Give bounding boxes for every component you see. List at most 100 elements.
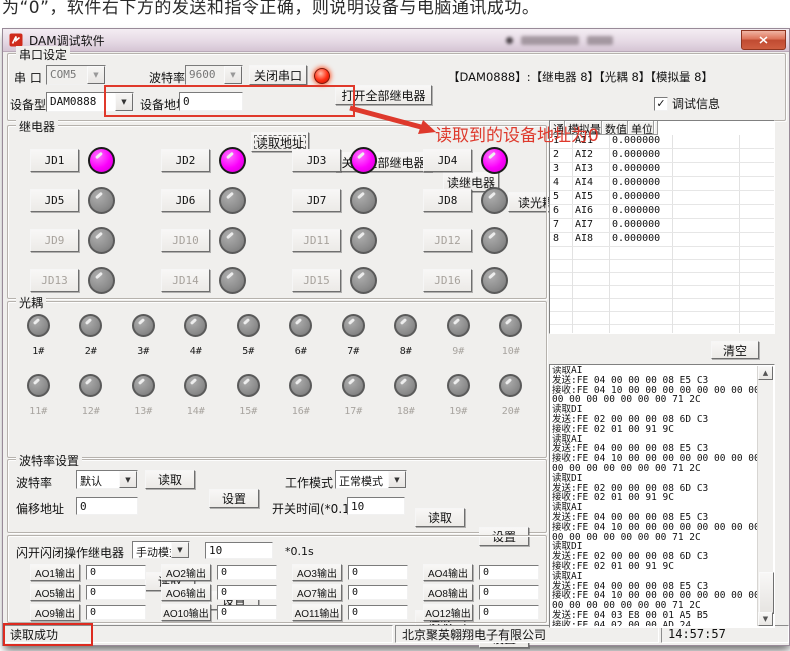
analog-table-header-cell[interactable] [654, 121, 658, 135]
opto-led-icon [27, 374, 50, 397]
log-box[interactable]: 读取AI发送:FE 04 00 00 00 08 E5 C3接收:FE 04 1… [549, 364, 775, 628]
relay-button[interactable]: JD9 [30, 229, 79, 252]
table-row[interactable]: 7 AI7 0.000000 [550, 219, 774, 233]
relay-cell: JD14 [161, 260, 292, 300]
work-mode-select[interactable]: 正常模式 ▼ [335, 470, 407, 489]
relay-button[interactable]: JD16 [423, 269, 472, 292]
opto-led-icon [132, 314, 155, 337]
opto-channel-label: 11# [29, 406, 47, 417]
relay-button[interactable]: JD14 [161, 269, 210, 292]
mode-read-button[interactable]: 读取 [415, 508, 465, 527]
ao-output-button[interactable]: AO10输出 [161, 604, 211, 621]
opto-cell: 18# [394, 374, 417, 434]
scrollbar-thumb[interactable] [759, 572, 774, 614]
chevron-down-icon[interactable]: ▼ [388, 471, 406, 488]
ao-output-button[interactable]: AO8输出 [423, 584, 473, 601]
ao-value-input[interactable] [217, 585, 277, 600]
table-row[interactable]: 4 AI4 0.000000 [550, 177, 774, 191]
ao-value-input[interactable] [479, 585, 539, 600]
analog-table-header-cell[interactable]: 数值 [602, 121, 628, 135]
table-row[interactable]: 3 AI3 0.000000 [550, 163, 774, 177]
close-port-button[interactable]: 关闭串口 [249, 65, 307, 85]
relay-button[interactable]: JD1 [30, 149, 79, 172]
opto-led-icon [79, 314, 102, 337]
relay-button[interactable]: JD15 [292, 269, 341, 292]
log-scrollbar[interactable]: ▲ ▼ [757, 366, 773, 626]
unit-cell [672, 191, 739, 204]
serial-port-select[interactable]: COM5 ▼ [46, 65, 106, 85]
opto-cell: 9# [447, 314, 470, 374]
ao-output-button[interactable]: AO9输出 [30, 604, 80, 621]
relay-led-icon [481, 187, 508, 214]
analog-table-empty-rows [550, 247, 774, 333]
ao-output-button[interactable]: AO4输出 [423, 564, 473, 581]
baud-read-button[interactable]: 读取 [145, 470, 195, 489]
scroll-up-icon[interactable]: ▲ [758, 366, 773, 380]
chevron-down-icon[interactable]: ▼ [171, 542, 189, 558]
ao-value-input[interactable] [479, 605, 539, 620]
table-row[interactable]: 5 AI5 0.000000 [550, 191, 774, 205]
clear-log-button[interactable]: 清空 [711, 341, 759, 359]
relay-button[interactable]: JD12 [423, 229, 472, 252]
flash-mode-select[interactable]: 手动模式 ▼ [132, 541, 190, 559]
ao-output-button[interactable]: AO3输出 [292, 564, 342, 581]
value-cell: 0.000000 [609, 219, 672, 232]
ao-output-button[interactable]: AO6输出 [161, 584, 211, 601]
ao-value-input[interactable] [86, 565, 146, 580]
flash-time-input[interactable] [205, 542, 273, 559]
opto-cell: 20# [499, 374, 522, 434]
ao-cell: AO10输出 [161, 602, 292, 622]
analog-table-header-cell[interactable]: 单位 [628, 121, 654, 135]
debug-info-checkbox[interactable]: ✓ 调试信息 [654, 95, 720, 112]
close-button[interactable] [741, 30, 786, 50]
ao-output-button[interactable]: AO1输出 [30, 564, 80, 581]
log-line: 00 00 00 00 00 00 00 71 2C [552, 533, 757, 543]
baud-set-button[interactable]: 设置 [209, 489, 259, 508]
ao-output-button[interactable]: AO7输出 [292, 584, 342, 601]
table-row[interactable]: 2 AI2 0.000000 [550, 149, 774, 163]
ao-value-input[interactable] [479, 565, 539, 580]
ao-value-input[interactable] [348, 605, 408, 620]
offset-address-input[interactable] [76, 497, 138, 515]
relay-button[interactable]: JD4 [423, 149, 472, 172]
relay-button[interactable]: JD3 [292, 149, 341, 172]
work-mode-value: 正常模式 [336, 471, 388, 488]
opto-cell: 19# [447, 374, 470, 434]
ao-value-input[interactable] [86, 605, 146, 620]
relay-button[interactable]: JD11 [292, 229, 341, 252]
debug-info-label: 调试信息 [672, 95, 720, 112]
ao-value-input[interactable] [348, 585, 408, 600]
ao-output-button[interactable]: AO5输出 [30, 584, 80, 601]
relay-cell: JD4 [423, 140, 554, 180]
ao-value-input[interactable] [217, 605, 277, 620]
ao-output-button[interactable]: AO12输出 [423, 604, 473, 621]
relay-led-icon [88, 187, 115, 214]
switch-time-input[interactable] [347, 497, 405, 515]
ao-value-input[interactable] [217, 565, 277, 580]
checkbox-check-icon[interactable]: ✓ [654, 97, 668, 111]
opto-cell: 16# [289, 374, 312, 434]
close-icon [759, 36, 768, 44]
opto-channel-label: 20# [502, 406, 520, 417]
relay-button[interactable]: JD7 [292, 189, 341, 212]
relay-button[interactable]: JD2 [161, 149, 210, 172]
ao-value-input[interactable] [86, 585, 146, 600]
relay-button[interactable]: JD5 [30, 189, 79, 212]
scroll-down-icon[interactable]: ▼ [758, 612, 773, 626]
ao-value-input[interactable] [348, 565, 408, 580]
ao-output-button[interactable]: AO11输出 [292, 604, 342, 621]
relay-button[interactable]: JD10 [161, 229, 210, 252]
relay-button[interactable]: JD13 [30, 269, 79, 292]
table-row[interactable]: 6 AI6 0.000000 [550, 205, 774, 219]
relay-button[interactable]: JD6 [161, 189, 210, 212]
chevron-down-icon[interactable]: ▼ [87, 66, 105, 84]
ao-output-button[interactable]: AO2输出 [161, 564, 211, 581]
relay-button[interactable]: JD8 [423, 189, 472, 212]
table-row[interactable]: 8 AI8 0.000000 [550, 233, 774, 247]
chevron-down-icon[interactable]: ▼ [224, 66, 242, 84]
baud-rate-select[interactable]: 9600 ▼ [185, 65, 243, 85]
opto-cell: 11# [27, 374, 50, 434]
baud-rate-label: 波特率 [149, 69, 185, 86]
chevron-down-icon[interactable]: ▼ [119, 471, 137, 488]
baud-setting-select[interactable]: 默认 ▼ [76, 470, 138, 489]
